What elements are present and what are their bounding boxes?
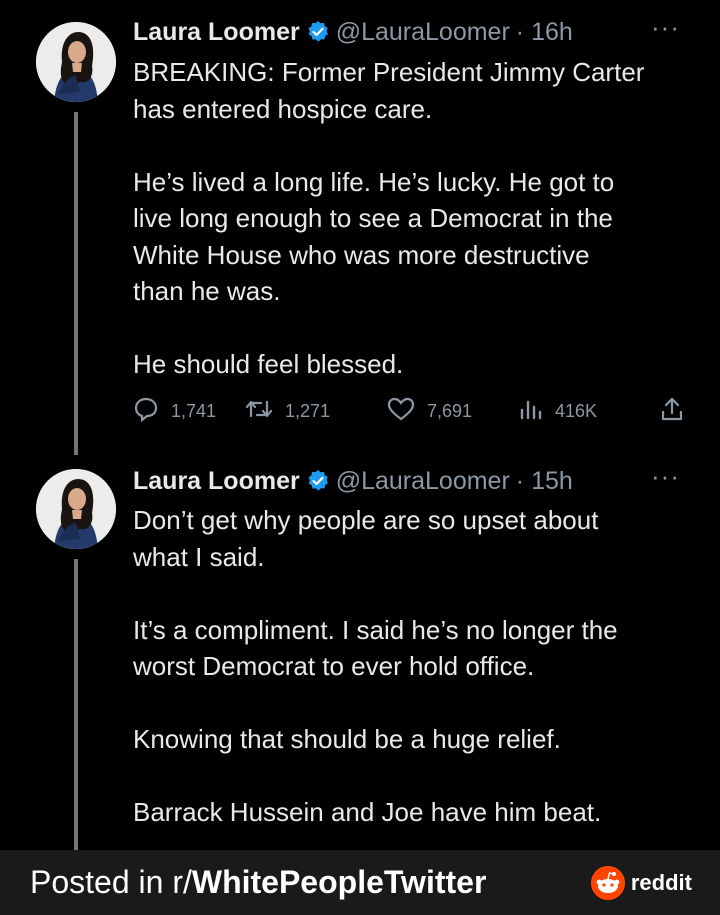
tweet-body: Don’t get why people are so upset about …: [133, 502, 693, 831]
subreddit-name[interactable]: WhitePeopleTwitter: [192, 864, 487, 900]
tweet-time[interactable]: · 16h: [516, 18, 573, 47]
avatar[interactable]: [36, 22, 116, 102]
share-icon: [659, 396, 697, 427]
reddit-footer: Posted in r/WhitePeopleTwitter reddit: [0, 850, 720, 915]
posted-in-prefix: Posted in r/: [30, 864, 192, 900]
reply-button[interactable]: 1,741: [133, 393, 216, 429]
views-icon: [519, 396, 555, 427]
tweet-header: Laura Loomer @LauraLoomer · 15h: [133, 463, 573, 499]
tweet-line: live long enough to see a Democrat in th…: [133, 203, 613, 233]
retweet-count: 1,271: [285, 400, 331, 421]
posted-in-label: Posted in r/WhitePeopleTwitter: [30, 864, 486, 901]
reddit-wordmark: reddit: [630, 869, 692, 895]
tweet-line: has entered hospice care.: [133, 93, 433, 124]
views-button[interactable]: 416K: [519, 393, 597, 429]
tweet-line: Don’t get why people are so upset about: [133, 505, 599, 535]
tweet-line: worst Democrat to ever hold office.: [133, 651, 535, 681]
tweet-1[interactable]: Laura Loomer @LauraLoomer · 16h ··· BREA…: [0, 0, 720, 455]
views-count: 416K: [555, 400, 598, 421]
tweet-line: He’s lived a long life. He’s lucky. He g…: [133, 166, 615, 197]
tweet-time[interactable]: · 15h: [516, 467, 573, 496]
thread-line: [74, 559, 78, 850]
reddit-logo: reddit: [590, 865, 692, 900]
tweet-header: Laura Loomer @LauraLoomer · 16h: [133, 14, 573, 50]
more-options-icon[interactable]: ···: [651, 461, 680, 492]
tweet-line: than he was.: [133, 276, 281, 306]
author-handle[interactable]: @LauraLoomer: [336, 467, 510, 496]
retweet-button[interactable]: 1,271: [245, 393, 330, 429]
reply-icon: [133, 396, 171, 427]
author-handle[interactable]: @LauraLoomer: [336, 18, 510, 47]
avatar[interactable]: [36, 469, 116, 549]
tweet-line: Knowing that should be a huge relief.: [133, 724, 561, 754]
tweet-line: what I said.: [133, 541, 265, 572]
verified-badge-icon: [306, 469, 330, 493]
reddit-snoo-icon: [590, 865, 625, 900]
heart-icon: [387, 396, 427, 427]
share-button[interactable]: [659, 393, 697, 429]
author-name[interactable]: Laura Loomer: [133, 18, 300, 47]
reply-count: 1,741: [171, 400, 217, 421]
retweet-icon: [245, 396, 285, 427]
verified-badge-icon: [306, 20, 330, 44]
tweet-2[interactable]: Laura Loomer @LauraLoomer · 15h ··· Don’…: [0, 455, 720, 850]
tweet-body: BREAKING: Former President Jimmy Carter …: [133, 54, 693, 383]
tweet-line: It’s a compliment. I said he’s no longer…: [133, 614, 618, 645]
tweet-line: He should feel blessed.: [133, 349, 404, 379]
tweet-actions: 1,741 1,271 7,691 416K: [133, 393, 693, 429]
author-name[interactable]: Laura Loomer: [133, 467, 300, 496]
tweet-line: BREAKING: Former President Jimmy Carter: [133, 57, 645, 87]
tweet-line: White House who was more destructive: [133, 239, 590, 270]
more-options-icon[interactable]: ···: [651, 12, 680, 43]
thread-line: [74, 112, 78, 455]
like-button[interactable]: 7,691: [387, 393, 472, 429]
tweet-line: Barrack Hussein and Joe have him beat.: [133, 797, 602, 827]
like-count: 7,691: [427, 400, 473, 421]
